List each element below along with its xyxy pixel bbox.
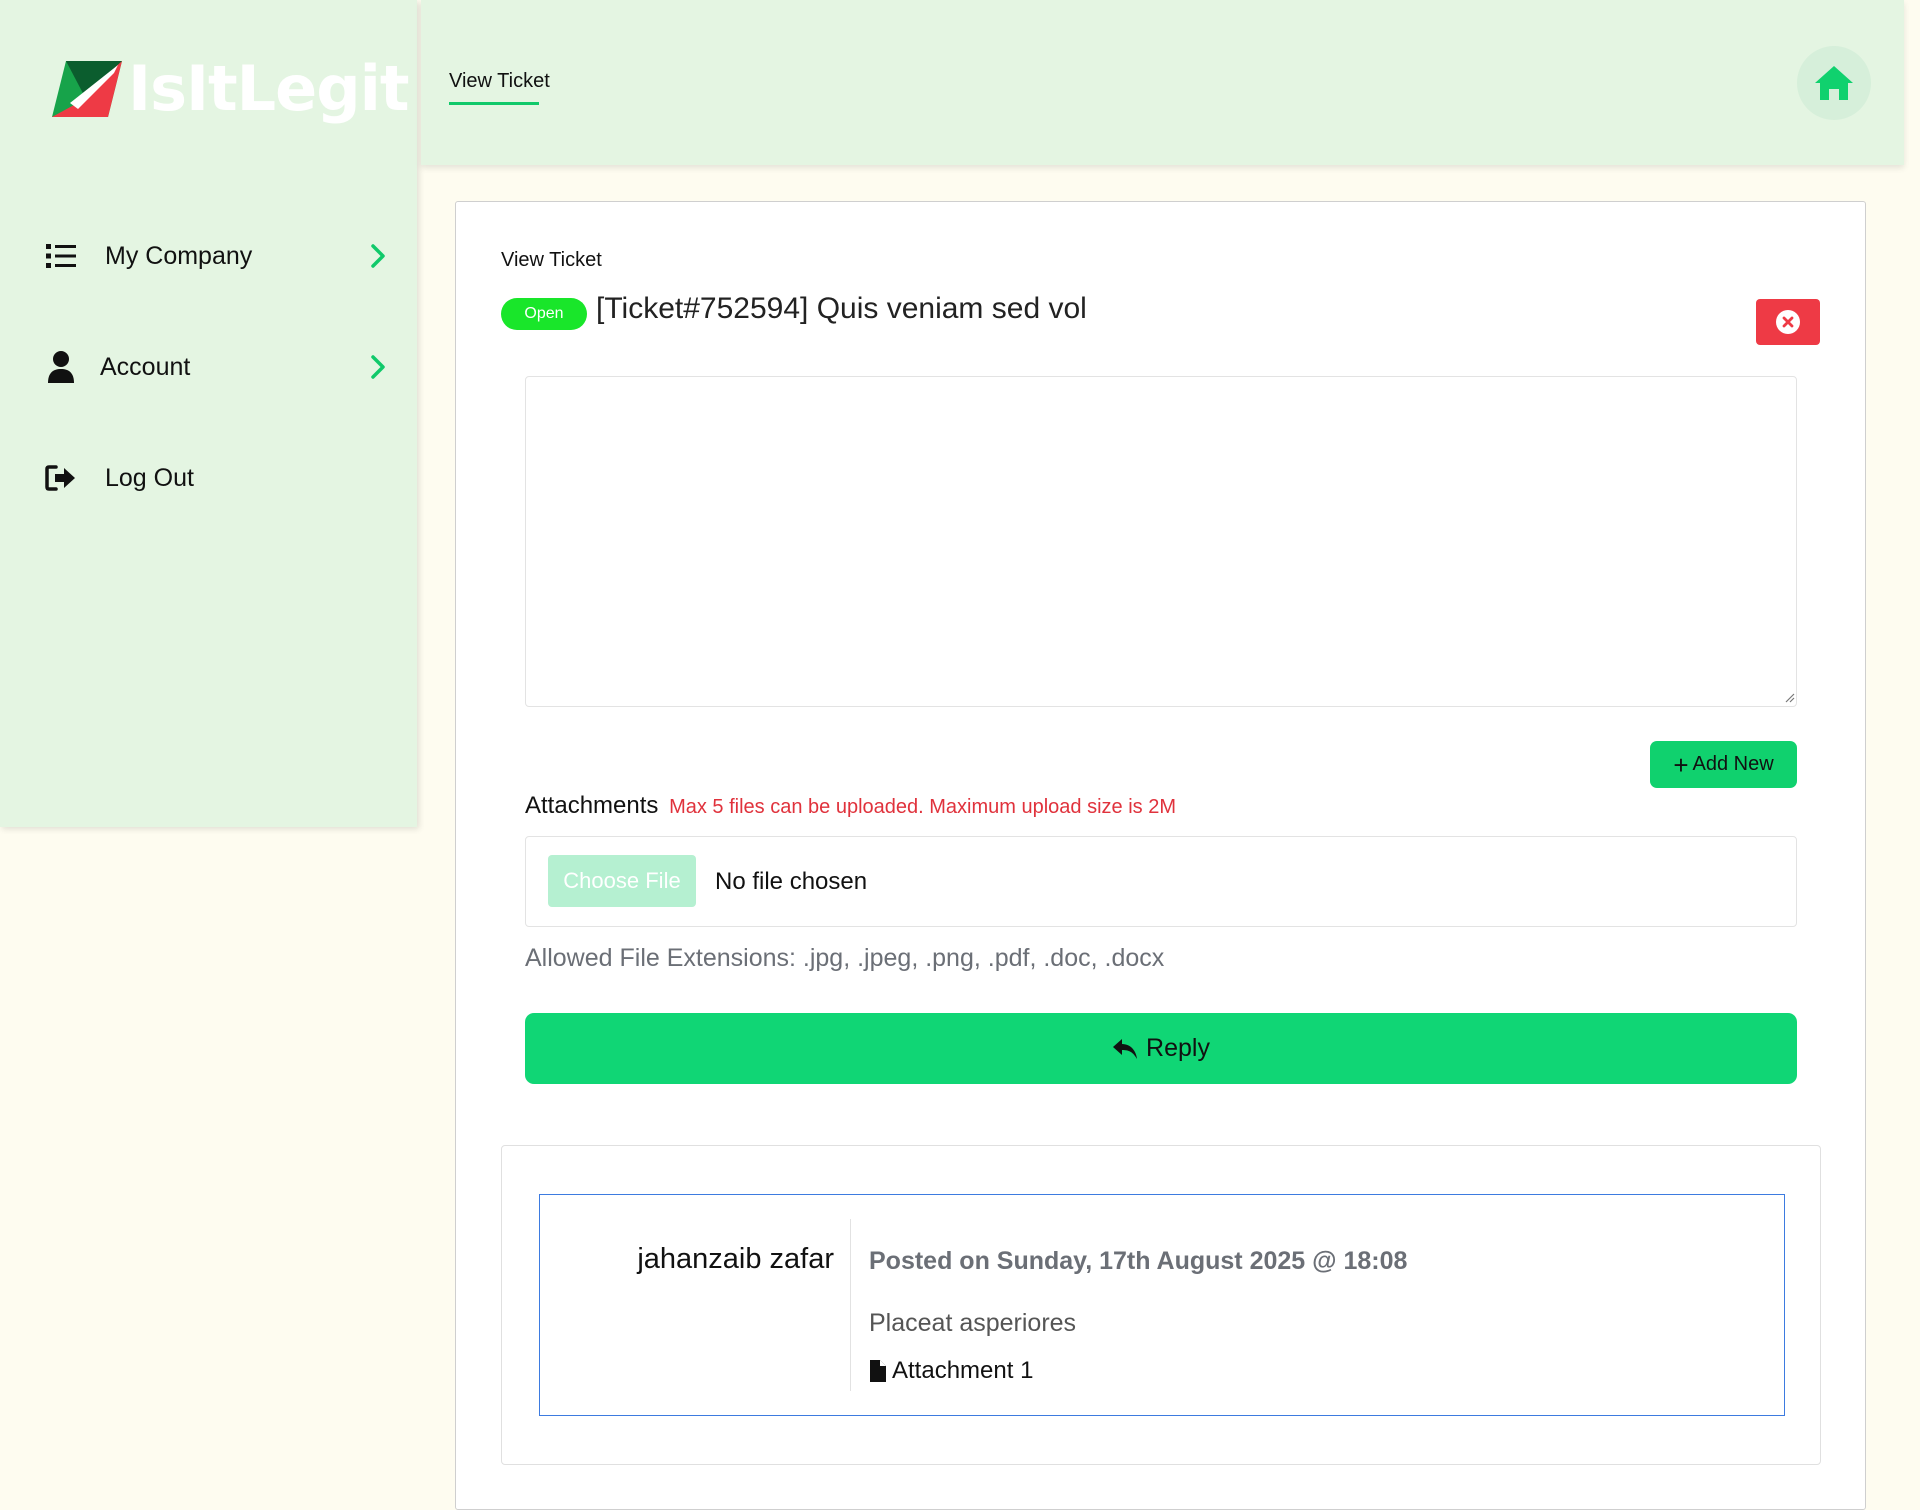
- post-author: jahanzaib zafar: [637, 1243, 834, 1275]
- user-icon: [44, 350, 78, 384]
- close-ticket-button[interactable]: [1756, 299, 1820, 345]
- add-new-attachment-button[interactable]: + Add New: [1650, 741, 1797, 788]
- active-tab-indicator: [449, 102, 539, 105]
- file-input: Choose File No file chosen: [525, 836, 1797, 927]
- ticket-title: [Ticket#752594] Quis veniam sed vol: [596, 292, 1087, 325]
- thread-post: jahanzaib zafar Posted on Sunday, 17th A…: [539, 1194, 1785, 1416]
- sidebar: IsItLegit My Company Account Log Out: [0, 0, 417, 827]
- reply-button[interactable]: Reply: [525, 1013, 1797, 1084]
- top-header: View Ticket: [421, 0, 1904, 165]
- brand-name: IsItLegit: [128, 52, 410, 125]
- tab-view-ticket[interactable]: View Ticket: [449, 70, 550, 93]
- chevron-right-icon: [371, 355, 385, 379]
- home-icon: [1815, 66, 1853, 100]
- sidebar-item-label: My Company: [105, 241, 253, 270]
- ticket-card: View Ticket Open [Ticket#752594] Quis ve…: [455, 201, 1866, 1510]
- post-divider: [850, 1219, 851, 1391]
- sidebar-item-my-company[interactable]: My Company: [0, 221, 417, 291]
- post-attachment-link[interactable]: Attachment 1: [869, 1357, 1033, 1385]
- attachments-note: Max 5 files can be uploaded. Maximum upl…: [669, 796, 1176, 818]
- post-body: Placeat asperiores: [869, 1309, 1077, 1337]
- chevron-right-icon: [371, 244, 385, 268]
- list-icon: [44, 239, 78, 273]
- sidebar-item-label: Account: [100, 352, 191, 381]
- attachment-label: Attachment 1: [892, 1357, 1034, 1384]
- choose-file-button[interactable]: Choose File: [548, 855, 696, 907]
- status-badge: Open: [501, 298, 587, 330]
- reply-icon: [1113, 1038, 1138, 1059]
- reply-label: Reply: [1146, 1034, 1210, 1062]
- card-heading: View Ticket: [501, 249, 602, 271]
- sign-out-icon: [44, 461, 78, 495]
- allowed-extensions-text: Allowed File Extensions: .jpg, .jpeg, .p…: [525, 944, 1165, 972]
- sidebar-item-label: Log Out: [105, 463, 194, 492]
- ticket-thread: jahanzaib zafar Posted on Sunday, 17th A…: [501, 1145, 1821, 1465]
- reply-textarea[interactable]: [525, 376, 1797, 707]
- home-button[interactable]: [1797, 46, 1871, 120]
- resize-handle-icon[interactable]: [1785, 693, 1795, 703]
- logo-mark-icon: [52, 60, 122, 117]
- attachments-row: Attachments Max 5 files can be uploaded.…: [525, 792, 1176, 820]
- post-date: Posted on Sunday, 17th August 2025 @ 18:…: [869, 1247, 1408, 1275]
- sidebar-item-account[interactable]: Account: [0, 332, 417, 402]
- plus-icon: +: [1673, 749, 1689, 780]
- file-icon: [870, 1360, 886, 1382]
- add-new-label: Add New: [1692, 753, 1774, 775]
- file-status-text: No file chosen: [715, 868, 868, 895]
- sidebar-item-log-out[interactable]: Log Out: [0, 443, 417, 513]
- brand-logo[interactable]: IsItLegit: [52, 52, 410, 125]
- attachments-label: Attachments: [525, 792, 659, 819]
- close-circle-icon: [1776, 310, 1800, 334]
